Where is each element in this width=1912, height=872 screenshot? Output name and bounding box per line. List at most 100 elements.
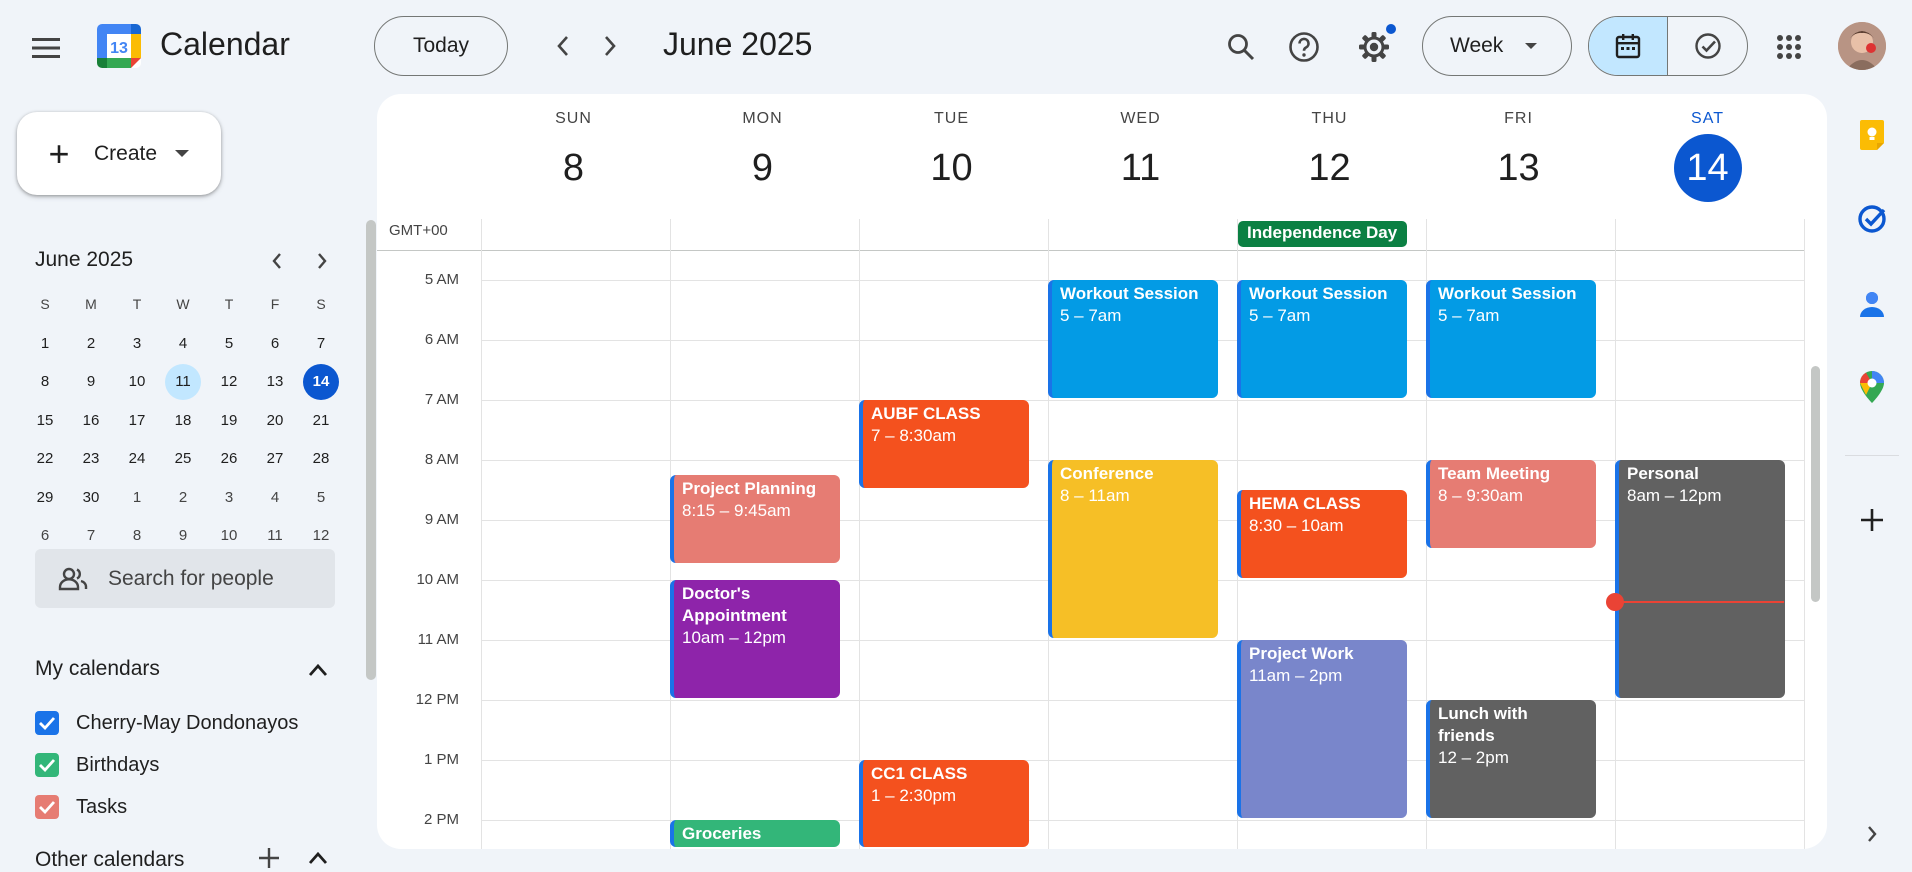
day-header-date[interactable]: 12: [1296, 134, 1364, 202]
calendar-event[interactable]: Team Meeting 8 – 9:30am: [1426, 460, 1596, 548]
sidebar-scrollbar[interactable]: [366, 220, 376, 680]
mini-calendar-day[interactable]: 22: [25, 441, 65, 477]
mini-calendar-day[interactable]: 4: [255, 479, 295, 515]
expand-side-panel-icon[interactable]: [1855, 817, 1889, 851]
day-header-date[interactable]: 8: [540, 134, 608, 202]
day-header-sun[interactable]: SUN 8: [479, 110, 668, 202]
mini-calendar-day[interactable]: 30: [71, 479, 111, 515]
mini-calendar-day[interactable]: 21: [301, 402, 341, 438]
calendar-view-toggle[interactable]: [1589, 17, 1668, 75]
day-header-date[interactable]: 10: [918, 134, 986, 202]
tasks-app-icon[interactable]: [1855, 202, 1889, 236]
day-header-date[interactable]: 11: [1107, 134, 1175, 202]
day-header-date[interactable]: 9: [729, 134, 797, 202]
day-header-thu[interactable]: THU 12: [1235, 110, 1424, 202]
day-header-tue[interactable]: TUE 10: [857, 110, 1046, 202]
mini-calendar-day[interactable]: 14: [303, 363, 339, 400]
other-calendars-collapse-icon[interactable]: [300, 845, 336, 871]
day-header-mon[interactable]: MON 9: [668, 110, 857, 202]
calendar-event[interactable]: Project Work 11am – 2pm: [1237, 640, 1407, 818]
mini-calendar-day[interactable]: 16: [71, 402, 111, 438]
mini-calendar-day[interactable]: 27: [255, 441, 295, 477]
calendar-event[interactable]: Workout Session 5 – 7am: [1237, 280, 1407, 398]
calendar-item[interactable]: Tasks: [35, 792, 127, 822]
mini-calendar-day[interactable]: 17: [117, 402, 157, 438]
day-header-date[interactable]: 13: [1485, 134, 1553, 202]
mini-calendar-day[interactable]: 29: [25, 479, 65, 515]
mini-calendar-day[interactable]: 20: [255, 402, 295, 438]
day-header-date[interactable]: 14: [1673, 134, 1742, 202]
tasks-view-toggle[interactable]: [1668, 17, 1747, 75]
mini-calendar-day[interactable]: 4: [163, 325, 203, 361]
checkbox-checked-icon[interactable]: [35, 753, 59, 777]
help-icon[interactable]: [1283, 26, 1325, 68]
today-button[interactable]: Today: [374, 16, 508, 76]
mini-calendar-day[interactable]: 10: [117, 364, 157, 400]
calendar-event[interactable]: Doctor's Appointment 10am – 12pm: [670, 580, 840, 698]
mini-calendar-day[interactable]: 3: [209, 479, 249, 515]
my-calendars-collapse-icon[interactable]: [300, 652, 336, 688]
mini-calendar-day[interactable]: 28: [301, 441, 341, 477]
app-title: Calendar: [160, 26, 290, 62]
mini-calendar-day[interactable]: 5: [301, 479, 341, 515]
add-addon-icon[interactable]: [1855, 503, 1889, 537]
calendar-event[interactable]: CC1 CLASS 1 – 2:30pm: [859, 760, 1029, 847]
next-week-button[interactable]: [590, 26, 630, 66]
apps-grid-icon[interactable]: [1768, 26, 1810, 68]
mini-calendar-day[interactable]: 15: [25, 402, 65, 438]
add-other-calendar-icon[interactable]: [252, 845, 286, 871]
event-title: Conference: [1060, 464, 1154, 483]
calendar-event[interactable]: Workout Session 5 – 7am: [1048, 280, 1218, 398]
mini-calendar-day[interactable]: 2: [163, 479, 203, 515]
mini-calendar-day[interactable]: 5: [209, 325, 249, 361]
mini-calendar-day[interactable]: 1: [25, 325, 65, 361]
mini-calendar-day[interactable]: 6: [255, 325, 295, 361]
contacts-icon[interactable]: [1855, 287, 1889, 321]
maps-icon[interactable]: [1855, 370, 1889, 404]
mini-calendar-prev-button[interactable]: [261, 245, 293, 277]
mini-calendar-day[interactable]: 13: [255, 364, 295, 400]
day-header-sat[interactable]: SAT 14: [1613, 110, 1802, 202]
checkbox-checked-icon[interactable]: [35, 795, 59, 819]
day-header-fri[interactable]: FRI 13: [1424, 110, 1613, 202]
week-view-scrollbar[interactable]: [1811, 366, 1820, 602]
search-people-input[interactable]: Search for people: [35, 549, 335, 608]
checkbox-checked-icon[interactable]: [35, 711, 59, 735]
day-header-wed[interactable]: WED 11: [1046, 110, 1235, 202]
calendar-event[interactable]: Project Planning 8:15 – 9:45am: [670, 475, 840, 563]
calendar-event[interactable]: Workout Session 5 – 7am: [1426, 280, 1596, 398]
mini-calendar-day[interactable]: 12: [209, 364, 249, 400]
mini-calendar-day[interactable]: 3: [117, 325, 157, 361]
mini-calendar-day[interactable]: 9: [71, 364, 111, 400]
mini-calendar-day[interactable]: 8: [25, 364, 65, 400]
view-select-dropdown[interactable]: Week: [1422, 16, 1572, 76]
mini-calendar-day[interactable]: 19: [209, 402, 249, 438]
create-button[interactable]: + Create: [17, 112, 221, 195]
mini-calendar-day[interactable]: 26: [209, 441, 249, 477]
mini-calendar-day[interactable]: 7: [301, 325, 341, 361]
calendar-event[interactable]: Groceries 2 – 3pm: [670, 820, 840, 847]
keep-icon[interactable]: [1855, 118, 1889, 152]
calendar-event[interactable]: Personal 8am – 12pm: [1615, 460, 1785, 698]
mini-calendar-day[interactable]: 25: [163, 441, 203, 477]
previous-week-button[interactable]: [543, 26, 583, 66]
mini-calendar-day[interactable]: 24: [117, 441, 157, 477]
mini-calendar-day[interactable]: 11: [165, 363, 201, 400]
calendar-event[interactable]: AUBF CLASS 7 – 8:30am: [859, 400, 1029, 488]
calendar-event[interactable]: Conference 8 – 11am: [1048, 460, 1218, 638]
mini-calendar-day[interactable]: 23: [71, 441, 111, 477]
mini-calendar-day[interactable]: 2: [71, 325, 111, 361]
mini-calendar-day[interactable]: 18: [163, 402, 203, 438]
calendar-event[interactable]: Lunch with friends 12 – 2pm: [1426, 700, 1596, 818]
search-icon[interactable]: [1220, 26, 1262, 68]
calendar-item[interactable]: Cherry-May Dondonayos: [35, 708, 298, 738]
all-day-event[interactable]: Independence Day: [1238, 221, 1407, 247]
settings-gear-icon[interactable]: [1352, 24, 1396, 69]
mini-calendar-day[interactable]: 1: [117, 479, 157, 515]
all-day-separator: [377, 250, 1805, 251]
calendar-item[interactable]: Birthdays: [35, 750, 159, 780]
calendar-event[interactable]: HEMA CLASS 8:30 – 10am: [1237, 490, 1407, 578]
main-menu-icon[interactable]: [22, 24, 70, 72]
mini-calendar-next-button[interactable]: [306, 245, 338, 277]
account-avatar[interactable]: [1838, 22, 1886, 70]
